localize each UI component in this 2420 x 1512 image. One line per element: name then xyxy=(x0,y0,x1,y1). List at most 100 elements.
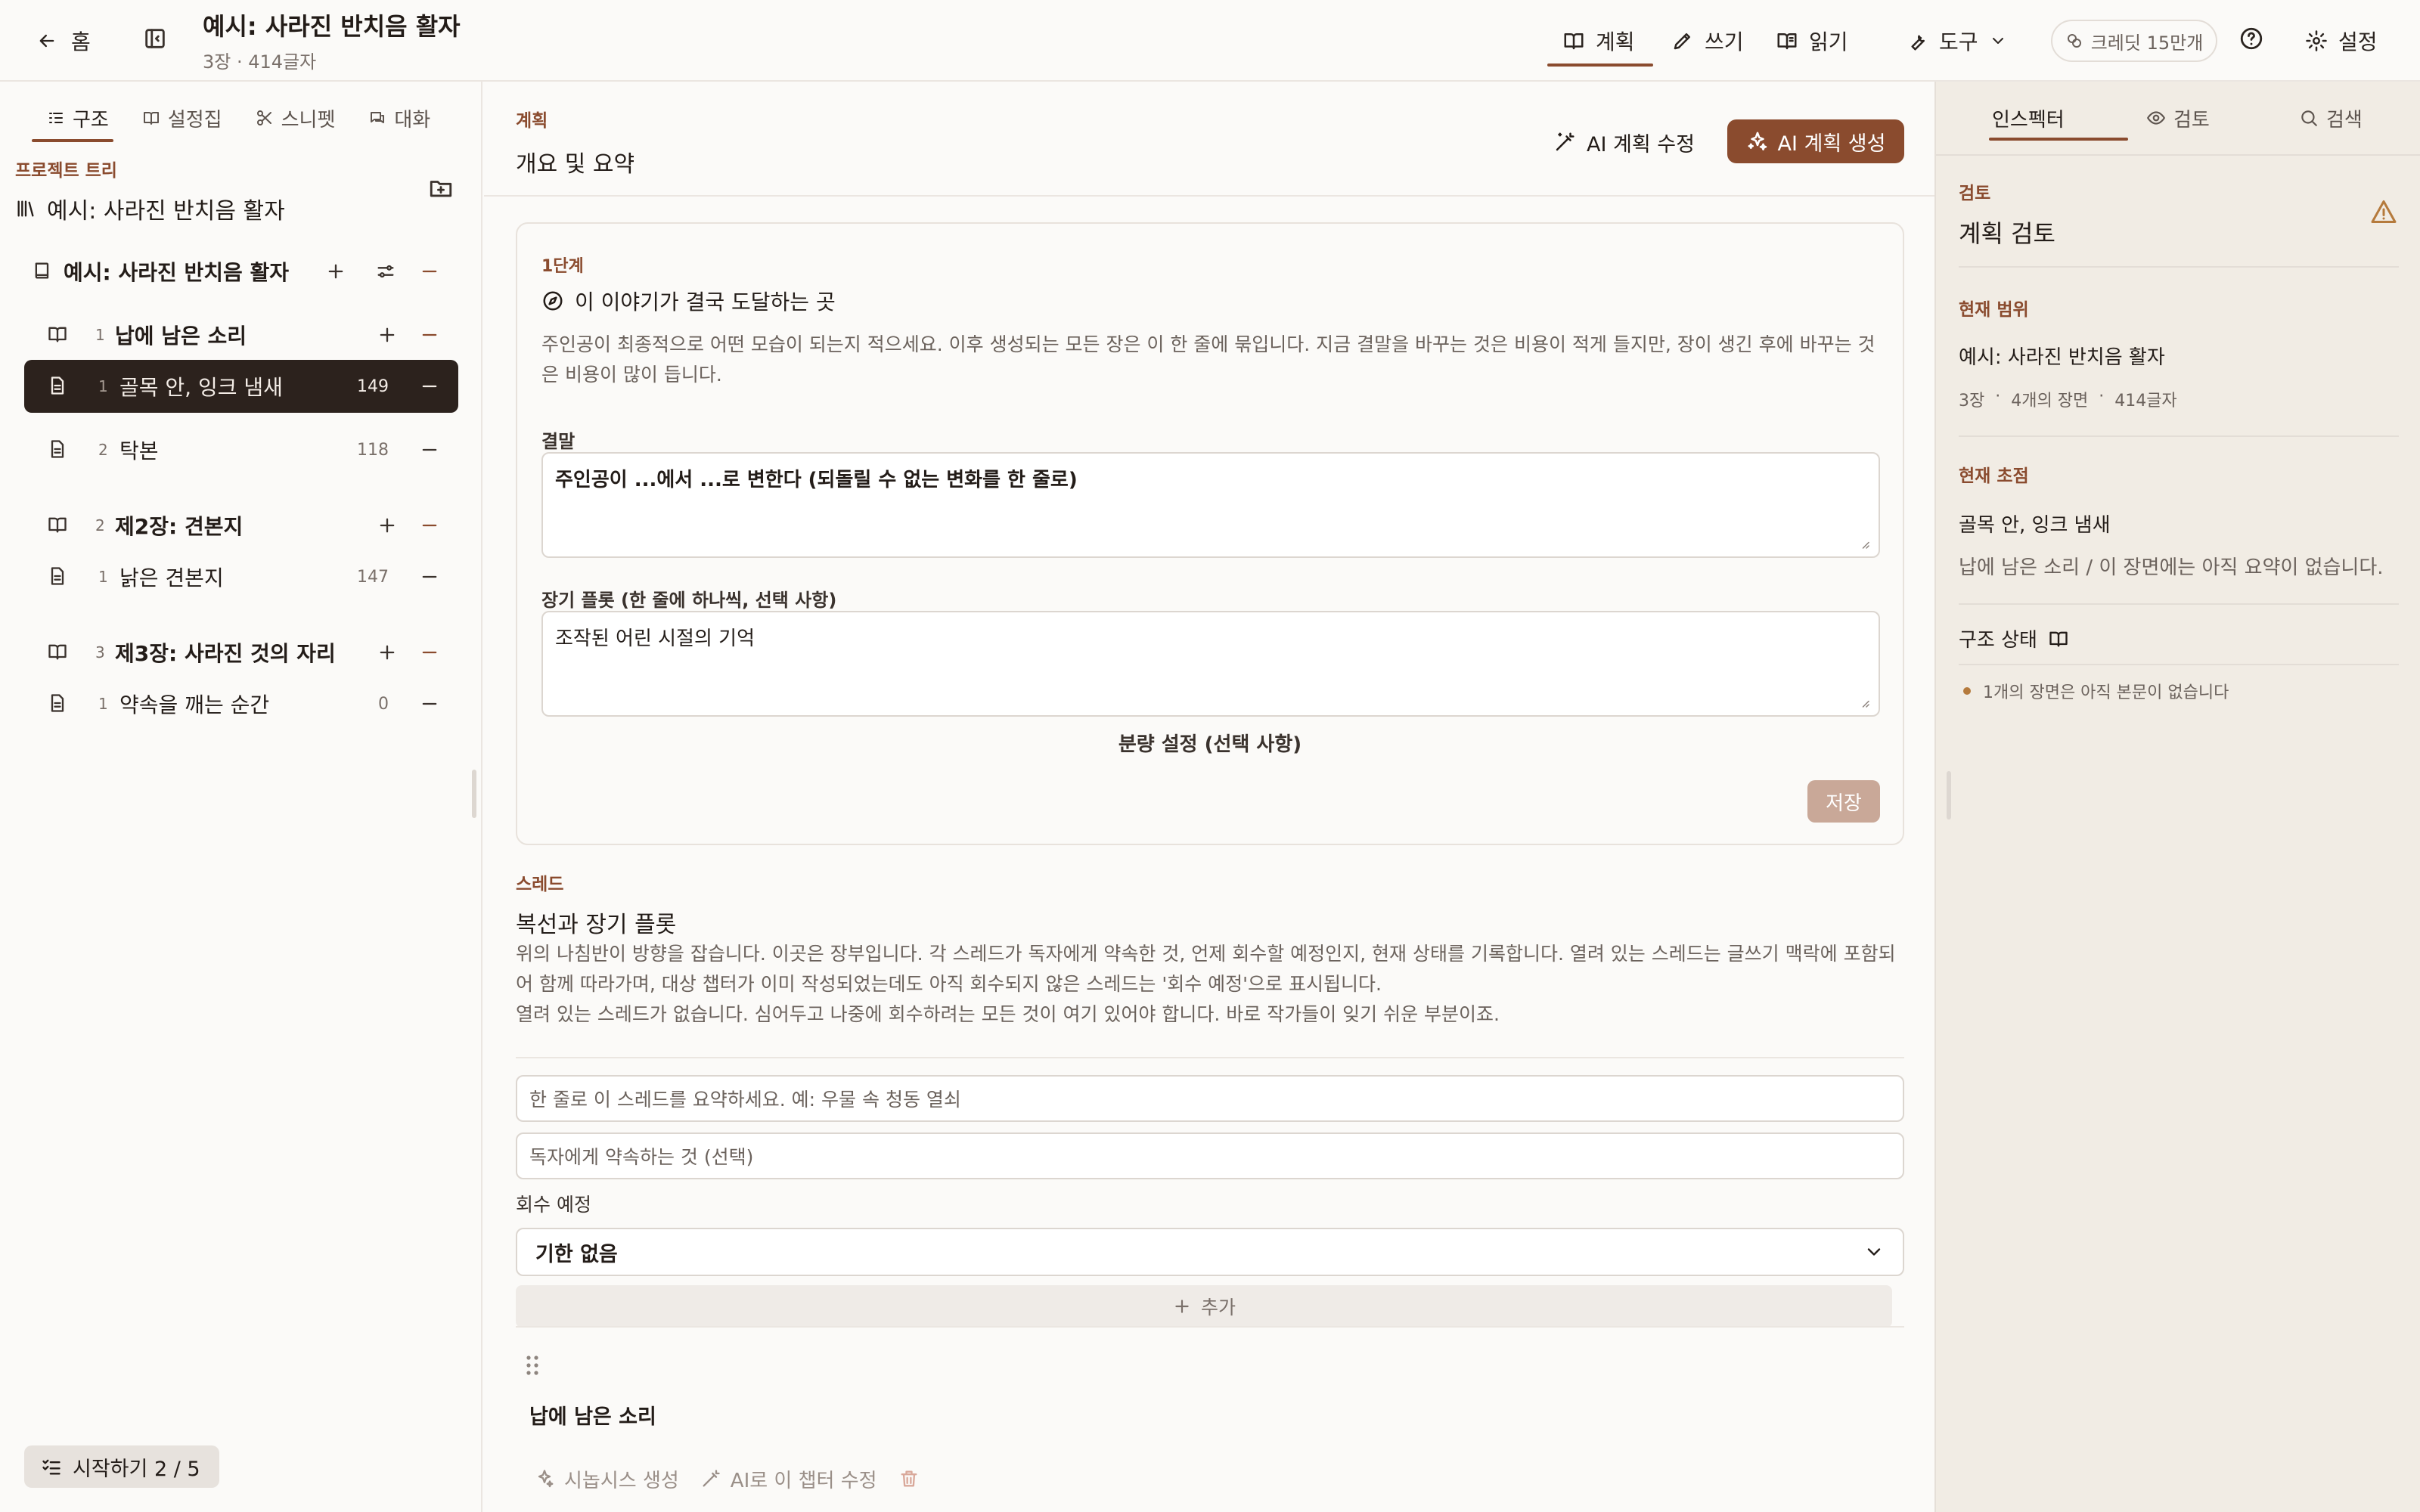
main-content: 계획 개요 및 요약 AI 계획 수정 AI 계획 생성 1단계 이 이야기가 … xyxy=(484,82,1934,1512)
review-label: 검토 xyxy=(1959,184,1991,203)
help-icon[interactable] xyxy=(2238,26,2264,51)
plus-icon[interactable] xyxy=(377,642,398,663)
save-button[interactable]: 저장 xyxy=(1807,780,1880,823)
tree-item-chapter-3[interactable]: 3 제3장: 사라진 것의 자리 xyxy=(24,626,458,679)
left-resize-handle[interactable] xyxy=(472,770,476,818)
tab-search-label: 검색 xyxy=(2326,108,2363,132)
minus-icon[interactable] xyxy=(419,324,440,345)
volume-settings-toggle[interactable]: 분량 설정 (선택 사항) xyxy=(517,729,1903,757)
delete-chapter-button[interactable] xyxy=(898,1468,920,1489)
tab-review[interactable]: 검토 xyxy=(2146,97,2210,139)
minus-icon[interactable] xyxy=(419,693,440,714)
tab-search[interactable]: 검색 xyxy=(2299,97,2363,139)
long-plot-textarea[interactable]: 조작된 어린 시절의 기억 xyxy=(541,611,1880,717)
tree-item-book[interactable]: 예시: 사라진 반치음 활자 xyxy=(24,245,458,298)
book-open-icon xyxy=(1562,29,1585,52)
thread-summary-placeholder: 한 줄로 이 스레드를 요약하세요. 예: 우물 속 청동 열쇠 xyxy=(529,1089,961,1111)
tree-item-scene-1-2[interactable]: 2 탁본 118 xyxy=(24,423,458,476)
minus-icon[interactable] xyxy=(419,261,440,282)
book-icon xyxy=(1776,29,1798,52)
book-icon xyxy=(32,260,53,281)
minus-icon[interactable] xyxy=(419,642,440,663)
getting-started-button[interactable]: 시작하기 2 / 5 xyxy=(24,1445,219,1488)
credit-badge[interactable]: 크레딧 15만개 xyxy=(2051,20,2217,62)
right-resize-handle[interactable] xyxy=(1947,771,1951,820)
tab-review-label: 검토 xyxy=(2173,108,2210,132)
top-bar: 홈 예시: 사라진 반치음 활자 3장 · 414글자 계획 쓰기 읽기 도구 … xyxy=(0,0,2420,82)
sidebar-toggle-icon[interactable] xyxy=(142,26,168,51)
step-card: 1단계 이 이야기가 결국 도달하는 곳 주인공이 최종적으로 어떤 모습이 되… xyxy=(516,222,1904,845)
add-thread-button[interactable]: 추가 xyxy=(516,1285,1892,1328)
generate-synopsis-button[interactable]: 시놉시스 생성 xyxy=(534,1465,679,1493)
minus-icon[interactable] xyxy=(419,439,440,460)
plus-icon[interactable] xyxy=(325,261,346,282)
word-count: 147 xyxy=(357,567,389,587)
minus-icon[interactable] xyxy=(419,376,440,397)
sliders-icon[interactable] xyxy=(375,261,396,282)
tree-item-chapter-1[interactable]: 1 납에 남은 소리 xyxy=(24,308,458,361)
chapter-title: 납에 남은 소리 xyxy=(529,1405,656,1429)
plus-icon[interactable] xyxy=(377,324,398,345)
ai-edit-plan-label: AI 계획 수정 xyxy=(1587,132,1695,156)
resize-grip-icon[interactable] xyxy=(1857,696,1871,709)
step-label: 1단계 xyxy=(541,257,584,276)
tree-item-label: 탁본 xyxy=(119,438,159,463)
tab-chat-label: 대화 xyxy=(394,108,431,132)
drag-handle-icon[interactable] xyxy=(525,1355,540,1376)
warning-triangle-icon[interactable] xyxy=(2370,198,2397,225)
minus-icon[interactable] xyxy=(419,515,440,536)
tree-item-scene-1-1[interactable]: 1 골목 안, 잉크 냄새 149 xyxy=(24,360,458,413)
due-select[interactable]: 기한 없음 xyxy=(516,1228,1904,1276)
checklist-icon xyxy=(41,1456,62,1477)
ai-edit-chapter-button[interactable]: AI로 이 챕터 수정 xyxy=(700,1465,877,1493)
project-root[interactable]: 예시: 사라진 반치음 활자 xyxy=(15,192,285,225)
project-root-label: 예시: 사라진 반치음 활자 xyxy=(47,198,285,225)
tree-item-label: 제2장: 견본지 xyxy=(115,514,244,539)
ai-generate-plan-label: AI 계획 생성 xyxy=(1777,132,1886,156)
settings-button[interactable]: 설정 xyxy=(2305,21,2378,60)
thread-promise-input[interactable]: 독자에게 약속하는 것 (선택) xyxy=(516,1132,1904,1179)
thread-promise-placeholder: 독자에게 약속하는 것 (선택) xyxy=(529,1146,754,1168)
minus-icon[interactable] xyxy=(419,566,440,587)
thread-title: 복선과 장기 플롯 xyxy=(516,912,677,938)
search-icon xyxy=(2299,108,2319,128)
tab-structure[interactable]: 구조 xyxy=(30,97,126,139)
plus-icon[interactable] xyxy=(377,515,398,536)
header-divider xyxy=(484,195,1934,197)
tree-item-scene-2-1[interactable]: 1 낡은 견본지 147 xyxy=(24,550,458,603)
ending-textarea[interactable]: 주인공이 ...에서 ...로 변한다 (되돌릴 수 없는 변화를 한 줄로) xyxy=(541,452,1880,558)
resize-grip-icon[interactable] xyxy=(1857,537,1871,550)
focus-label: 현재 초점 xyxy=(1959,466,2029,486)
nav-tools[interactable]: 도구 xyxy=(1906,21,2007,60)
trash-icon xyxy=(898,1468,920,1489)
tab-snippets[interactable]: 스니펫 xyxy=(239,97,352,139)
arrow-left-icon xyxy=(36,30,57,51)
coins-icon xyxy=(2065,32,2083,50)
chapter-actions: 시놉시스 생성 AI로 이 챕터 수정 xyxy=(534,1458,920,1500)
tab-chat[interactable]: 대화 xyxy=(352,97,447,139)
ai-generate-plan-button[interactable]: AI 계획 생성 xyxy=(1727,119,1904,163)
tree-item-scene-3-1[interactable]: 1 약속을 깨는 순간 0 xyxy=(24,677,458,730)
file-text-icon xyxy=(47,692,68,714)
tab-lorebook[interactable]: 설정집 xyxy=(126,97,239,139)
project-tree-label: 프로젝트 트리 xyxy=(15,161,117,181)
sparkles-icon xyxy=(534,1468,555,1489)
structure-divider xyxy=(1959,664,2399,665)
home-button[interactable]: 홈 xyxy=(36,24,91,57)
nav-read[interactable]: 읽기 xyxy=(1776,21,1848,60)
thread-description: 위의 나침반이 방향을 잡습니다. 이곳은 장부입니다. 각 스레드가 독자에게… xyxy=(516,939,1904,1030)
nav-plan[interactable]: 계획 xyxy=(1562,21,1635,60)
thread-bottom-divider xyxy=(516,1326,1904,1328)
ai-edit-plan-button[interactable]: AI 계획 수정 xyxy=(1553,121,1695,163)
folder-plus-icon[interactable] xyxy=(428,175,454,201)
tab-inspector[interactable]: 인스펙터 xyxy=(1992,97,2065,139)
sparkles-icon xyxy=(1746,130,1769,153)
gear-icon xyxy=(2305,29,2328,52)
tree-item-chapter-2[interactable]: 2 제2장: 견본지 xyxy=(24,499,458,552)
structure-issue[interactable]: 1개의 장면은 아직 본문이 없습니다 xyxy=(1963,679,2229,703)
thread-summary-input[interactable]: 한 줄로 이 스레드를 요약하세요. 예: 우물 속 청동 열쇠 xyxy=(516,1075,1904,1122)
nav-write[interactable]: 쓰기 xyxy=(1671,21,1744,60)
nav-active-indicator xyxy=(1547,64,1653,67)
section-label: 계획 xyxy=(516,111,548,131)
file-text-icon xyxy=(47,438,68,460)
